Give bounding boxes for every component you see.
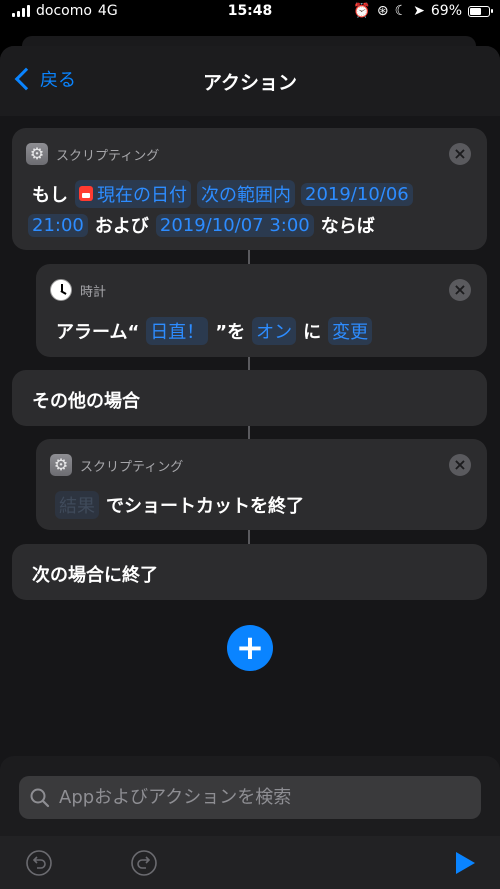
if-action-card[interactable]: ⚙ スクリプティング × もし 現在の日付 次の範囲内 2019/10/06 2… (12, 128, 487, 250)
battery-icon (468, 5, 493, 17)
exit-action-card[interactable]: ⚙ スクリプティング × 結果 でショートカットを終了 (36, 439, 487, 530)
undo-icon[interactable] (25, 849, 53, 877)
remove-action-button[interactable]: × (449, 143, 471, 165)
rotation-lock-icon: ⊛ (376, 3, 389, 19)
bottom-toolbar (0, 836, 500, 889)
gear-icon: ⚙ (50, 454, 72, 476)
battery-percent: 69% (430, 3, 462, 19)
search-input[interactable] (57, 786, 481, 809)
end-date-token[interactable]: 2019/10/07 3:00 (155, 213, 314, 237)
search-bar[interactable] (19, 776, 481, 819)
connector-line (248, 357, 250, 371)
plus-icon: + (235, 628, 265, 668)
battery-level (470, 7, 482, 15)
if-condition-line-2: 21:00 および 2019/10/07 3:00 ならば (28, 212, 478, 238)
exit-line: 結果 でショートカットを終了 (52, 491, 308, 519)
alarm-to-label: に (303, 322, 322, 343)
if-condition-line-1: もし 現在の日付 次の範囲内 2019/10/06 (28, 180, 478, 208)
status-bar: docomo 4G 15:48 ⏰ ⊛ ☾ ➤ 69% (0, 0, 500, 24)
if-label: もし (32, 185, 68, 206)
status-right: ⏰ ⊛ ☾ ➤ 69% (353, 3, 493, 19)
page-title: アクション (202, 72, 298, 94)
alarm-status-icon: ⏰ (353, 3, 371, 19)
if-action-header: ⚙ スクリプティング (26, 143, 159, 165)
condition-token[interactable]: 次の範囲内 (197, 180, 295, 208)
start-time-token[interactable]: 21:00 (28, 213, 88, 237)
moon-icon: ☾ (394, 3, 408, 19)
redo-icon[interactable] (130, 849, 158, 877)
alarm-action-header: 時計 (50, 279, 106, 301)
gear-icon: ⚙ (26, 143, 48, 165)
action-category: スクリプティング (56, 148, 160, 164)
exit-text: でショートカットを終了 (106, 496, 304, 517)
exit-action-header: ⚙ スクリプティング (50, 454, 183, 476)
otherwise-card[interactable]: その他の場合 (12, 370, 487, 426)
search-icon (30, 788, 50, 807)
calendar-icon (79, 186, 93, 201)
alarm-name-token[interactable]: 日直！ (146, 317, 209, 345)
alarm-label: アラーム“ (56, 322, 140, 343)
connector-line (248, 426, 250, 440)
alarm-state-token[interactable]: オン (252, 317, 297, 345)
current-date-token[interactable]: 現在の日付 (75, 180, 191, 208)
then-label: ならば (320, 216, 375, 237)
alarm-action-card[interactable]: 時計 × アラーム“ 日直！ ”を オン に 変更 (36, 264, 487, 357)
clock-icon (50, 279, 72, 301)
result-token[interactable]: 結果 (55, 491, 99, 519)
start-date-token[interactable]: 2019/10/06 (301, 182, 413, 206)
location-icon: ➤ (413, 3, 425, 19)
alarm-change-token[interactable]: 変更 (328, 317, 373, 345)
alarm-object-label: ”を (215, 322, 246, 343)
add-action-button[interactable]: + (227, 625, 273, 671)
connector-line (248, 530, 250, 544)
remove-action-button[interactable]: × (449, 454, 471, 476)
play-icon[interactable] (454, 851, 476, 875)
end-if-card[interactable]: 次の場合に終了 (12, 544, 487, 600)
remove-action-button[interactable]: × (449, 279, 471, 301)
action-category: スクリプティング (80, 459, 184, 475)
end-if-label: 次の場合に終了 (32, 565, 158, 586)
alarm-line: アラーム“ 日直！ ”を オン に 変更 (52, 317, 472, 345)
and-label: および (94, 216, 149, 237)
action-category: 時計 (80, 284, 107, 300)
otherwise-label: その他の場合 (32, 391, 140, 412)
